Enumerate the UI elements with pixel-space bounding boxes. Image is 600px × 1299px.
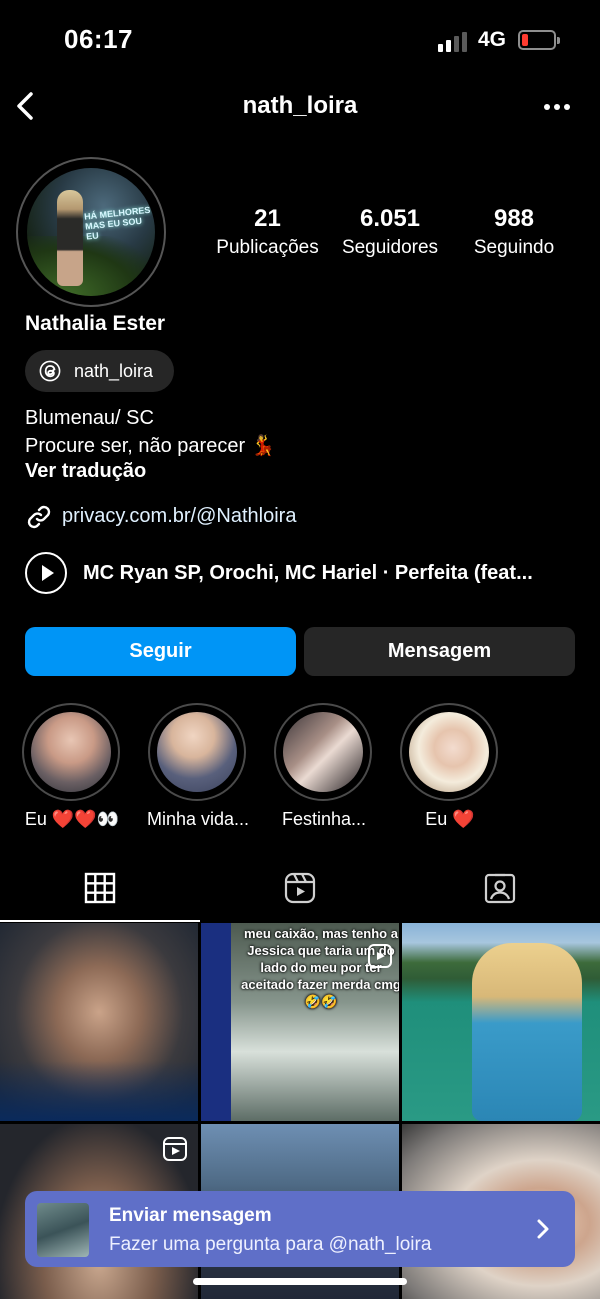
bio-line: Blumenau/ SC	[25, 407, 154, 429]
threads-handle: nath_loira	[74, 361, 154, 381]
stat-followers[interactable]: 6.051 Seguidores	[330, 205, 450, 259]
message-button[interactable]: Mensagem	[304, 627, 575, 676]
threads-badge[interactable]: nath_loira	[25, 350, 174, 392]
stat-followers-label: Seguidores	[341, 237, 439, 258]
tagged-icon	[484, 873, 516, 904]
battery-icon	[518, 30, 560, 50]
story-highlight[interactable]: Festinha...	[274, 703, 374, 838]
profile-name: Nathalia Ester	[25, 312, 166, 335]
network-label: 4G	[478, 28, 507, 51]
stat-followers-value: 6.051	[359, 205, 421, 232]
highlight-label: Eu ❤️❤️👀	[24, 809, 120, 829]
highlight-cover	[283, 712, 363, 792]
grid-icon	[84, 872, 116, 904]
profile-tabs	[0, 860, 600, 922]
story-highlight[interactable]: Eu ❤️❤️👀	[22, 703, 122, 838]
highlight-label: Minha vida...	[146, 809, 250, 829]
highlight-label: Eu ❤️	[425, 809, 475, 829]
reels-icon	[284, 872, 316, 904]
stat-posts[interactable]: 21 Publicações	[205, 205, 330, 259]
highlight-cover	[31, 712, 111, 792]
bio: Blumenau/ SC Procure ser, não parecer 💃	[25, 404, 276, 460]
story-highlight[interactable]: Minha vida...	[147, 703, 249, 838]
tab-tagged[interactable]	[400, 860, 600, 922]
status-time: 06:17	[64, 24, 133, 54]
music-title: MC Ryan SP, Orochi, MC Hariel · Perfeita…	[83, 562, 533, 584]
banner-subtitle: Fazer uma pergunta para @nath_loira	[109, 1234, 432, 1255]
profile-header: nath_loira	[0, 80, 600, 134]
tab-posts[interactable]	[0, 860, 200, 922]
bio-link-text[interactable]: privacy.com.br/@Nathloira	[62, 505, 296, 528]
stat-following[interactable]: 988 Seguindo	[455, 205, 573, 259]
reels-icon	[368, 944, 392, 968]
grid-post[interactable]: meu caixão, mas tenho a Jessica que tari…	[201, 923, 399, 1121]
link-icon	[27, 505, 51, 529]
status-bar: 06:17 4G	[0, 0, 600, 80]
highlight-cover	[157, 712, 237, 792]
page-title: nath_loira	[242, 92, 358, 119]
profile-stats: 21 Publicações 6.051 Seguidores 988 Segu…	[205, 205, 575, 265]
follow-button[interactable]: Seguir	[25, 627, 296, 676]
stat-posts-value: 21	[254, 205, 281, 232]
grid-post[interactable]	[0, 923, 198, 1121]
threads-icon	[39, 360, 61, 382]
more-options-icon[interactable]	[540, 102, 574, 112]
bio-line: Procure ser, não parecer 💃	[25, 435, 276, 457]
highlight-cover	[409, 712, 489, 792]
grid-post[interactable]	[402, 923, 600, 1121]
play-icon[interactable]	[25, 552, 67, 594]
stat-following-label: Seguindo	[473, 237, 555, 258]
see-translation-link[interactable]: Ver tradução	[25, 460, 146, 483]
highlight-label: Festinha...	[281, 809, 367, 829]
profile-music[interactable]: MC Ryan SP, Orochi, MC Hariel · Perfeita…	[25, 552, 585, 596]
avatar-photo: HÁ MELHORES MAS EU SOU EU	[27, 168, 155, 296]
tab-reels[interactable]	[200, 860, 400, 922]
stat-posts-label: Publicações	[216, 237, 319, 258]
reels-icon	[163, 1137, 187, 1161]
story-highlight[interactable]: Eu ❤️	[400, 703, 500, 838]
stat-following-value: 988	[493, 205, 535, 232]
banner-title: Enviar mensagem	[109, 1205, 272, 1226]
home-indicator[interactable]	[193, 1278, 407, 1285]
signal-icon	[438, 30, 470, 52]
banner-thumbnail	[37, 1203, 89, 1257]
avatar[interactable]: HÁ MELHORES MAS EU SOU EU	[16, 157, 166, 307]
send-message-banner[interactable]: Enviar mensagem Fazer uma pergunta para …	[25, 1191, 575, 1267]
chevron-right-icon[interactable]	[535, 1217, 551, 1241]
